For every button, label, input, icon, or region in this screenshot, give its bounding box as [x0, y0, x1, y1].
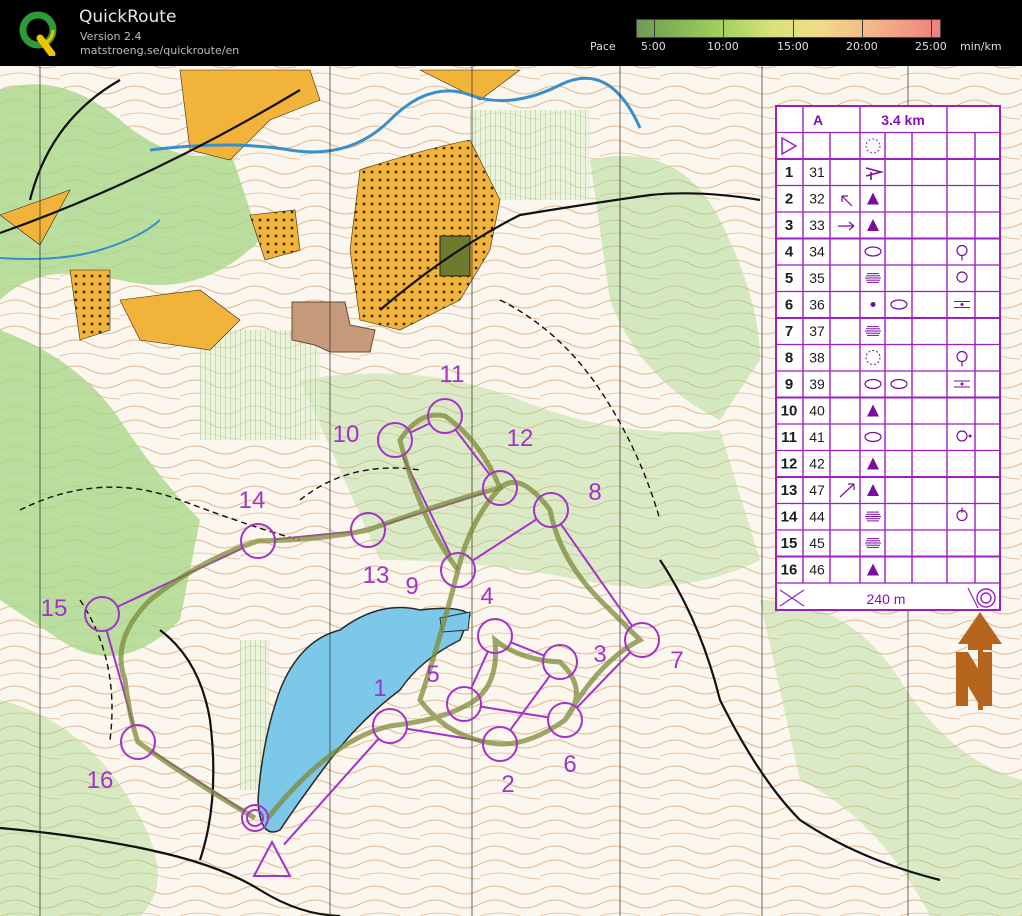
control-description-sheet: A 3.4 km 1 312 323 334 345 356 367 378 389 3910 40…	[775, 105, 1001, 611]
cd-control-number: 4	[785, 244, 794, 261]
app-version: Version 2.4	[80, 30, 142, 43]
cd-control-code: 41	[809, 429, 825, 445]
pace-tick: 5:00	[641, 40, 666, 53]
cd-control-code: 40	[809, 403, 825, 419]
control-number-label: 12	[507, 425, 534, 452]
orienteering-map[interactable]: 1 2 3 4 5 6 7 8 9 10 11 12 13 14 15 16 A 3.4 km 1 31 2 32 3…	[0, 66, 1022, 916]
cd-control-number: 3	[785, 217, 793, 234]
cd-control-number: 2	[785, 191, 793, 208]
control-number-label: 7	[670, 647, 683, 674]
cd-length: 3.4 km	[881, 112, 925, 128]
cd-class: A	[813, 112, 823, 128]
cd-control-number: 5	[785, 270, 793, 287]
cd-control-code: 31	[809, 164, 825, 180]
control-number-label: 2	[501, 771, 514, 798]
control-number-label: 10	[333, 421, 360, 448]
cd-control-code: 39	[809, 376, 825, 392]
pace-tick: 10:00	[707, 40, 739, 53]
cd-control-code: 37	[809, 323, 825, 339]
control-number-label: 15	[41, 595, 68, 622]
cd-control-number: 13	[781, 482, 798, 499]
cd-control-number: 10	[781, 403, 798, 420]
cd-control-code: 34	[809, 244, 825, 260]
control-number-label: 11	[440, 361, 465, 388]
control-number-label: 3	[593, 641, 606, 668]
cd-control-number: 11	[781, 429, 797, 446]
cd-control-code: 32	[809, 191, 825, 207]
app-header: QuickRoute Version 2.4 matstroeng.se/qui…	[0, 0, 1022, 66]
cd-control-number: 1	[785, 164, 793, 181]
cd-control-number: 9	[785, 376, 793, 393]
pace-label: Pace	[590, 40, 616, 53]
cd-control-number: 6	[785, 297, 793, 314]
pace-tick: 20:00	[846, 40, 878, 53]
pace-tick: 15:00	[777, 40, 809, 53]
cd-control-code: 35	[809, 270, 825, 286]
pace-color-scale	[636, 19, 941, 38]
quickroute-logo-icon	[19, 11, 57, 56]
control-number-label: 1	[373, 675, 386, 702]
cd-control-number: 14	[781, 509, 798, 526]
cd-control-number: 15	[781, 535, 798, 552]
cd-control-code: 46	[809, 562, 825, 578]
control-number-label: 6	[563, 751, 576, 778]
app-url-link[interactable]: matstroeng.se/quickroute/en	[80, 44, 239, 57]
cd-control-number: 12	[781, 456, 798, 473]
pace-tick: 25:00	[915, 40, 947, 53]
cd-control-code: 38	[809, 350, 825, 366]
control-number-label: 4	[480, 583, 493, 610]
building	[439, 235, 471, 277]
cd-control-code: 44	[809, 509, 825, 525]
control-number-label: 8	[588, 479, 601, 506]
control-number-label: 13	[363, 562, 390, 589]
cd-control-number: 16	[781, 562, 798, 579]
cd-control-code: 36	[809, 297, 825, 313]
cd-control-code: 42	[809, 456, 825, 472]
map-canvas[interactable]: 12345678910111213141516 A 3.4 km 1 312 323…	[0, 66, 1022, 916]
cd-control-code: 45	[809, 535, 825, 551]
control-number-label: 14	[239, 487, 266, 514]
control-number-label: 16	[87, 767, 114, 794]
cd-control-code: 33	[809, 217, 825, 233]
cd-control-number: 8	[785, 350, 793, 367]
control-number-label: 9	[405, 573, 418, 600]
pace-unit: min/km	[960, 40, 1002, 53]
cd-control-code: 47	[809, 482, 825, 498]
cd-control-number: 7	[785, 323, 793, 340]
control-number-label: 5	[426, 661, 439, 688]
app-name: QuickRoute	[79, 7, 177, 27]
cd-finish-distance: 240 m	[867, 591, 906, 607]
